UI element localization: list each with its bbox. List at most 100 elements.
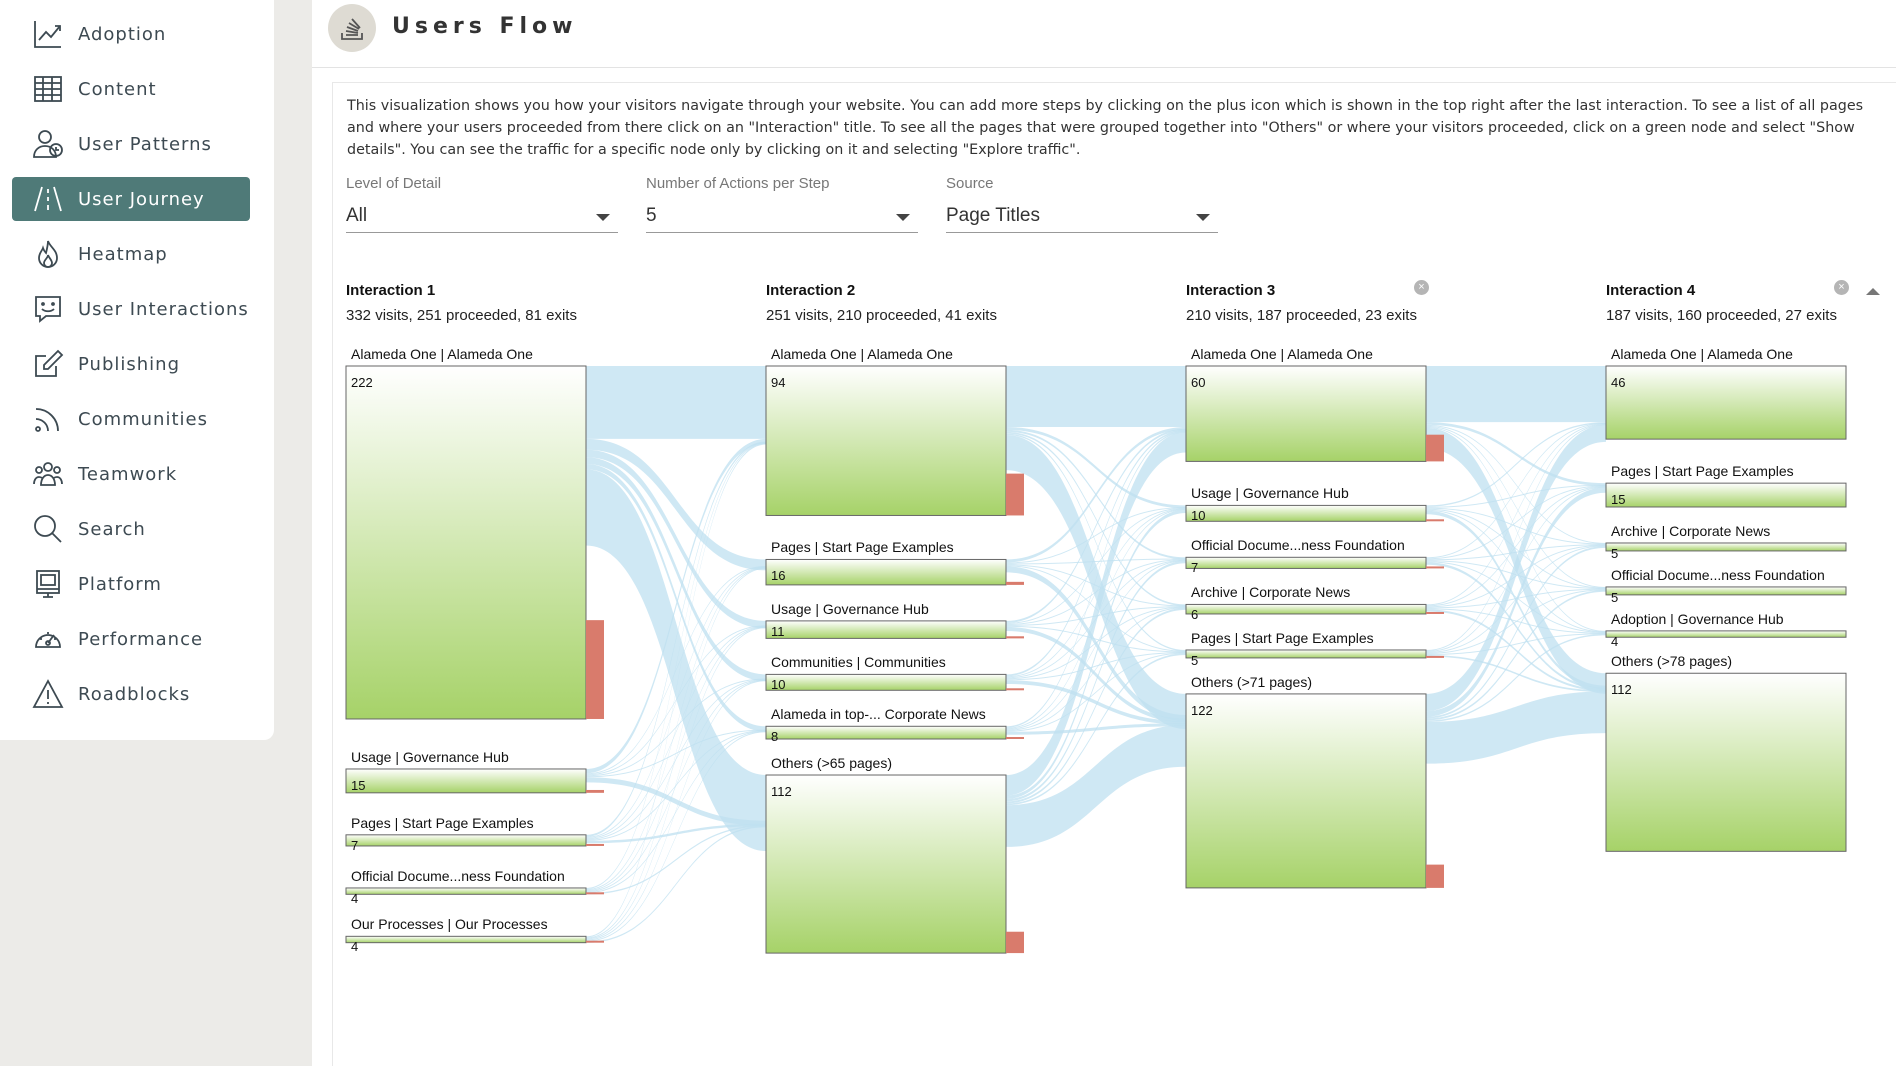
exit-bar[interactable] [586,620,604,719]
exit-bar[interactable] [1006,581,1024,585]
level-of-detail-dropdown[interactable]: Level of Detail All [346,175,618,233]
exit-bar[interactable] [1426,611,1444,614]
exit-bar[interactable] [1006,688,1024,691]
node-value: 5 [1611,589,1619,605]
exit-bar[interactable] [1006,737,1024,740]
dropdown-value: All [346,205,368,226]
exit-bar[interactable] [586,940,604,943]
node-label: Pages | Start Page Examples [1611,463,1794,480]
flow-link[interactable] [1426,424,1606,651]
flow-link[interactable] [1006,508,1186,678]
flow-node[interactable] [1605,542,1847,552]
sidebar-item-communities[interactable]: Communities [12,397,250,441]
flow-node[interactable] [345,834,587,847]
flow-link[interactable] [1426,485,1606,607]
flow-node[interactable] [765,365,1007,516]
sidebar-item-platform[interactable]: Platform [12,562,250,606]
exit-bar[interactable] [1426,864,1444,888]
remove-interaction-icon[interactable]: × [1414,280,1429,295]
node-value: 16 [771,568,786,584]
page-header: Users Flow [312,0,1896,68]
sidebar-item-label: Heatmap [78,243,168,265]
flow-node[interactable] [765,558,1007,586]
flow-node[interactable] [1185,693,1427,889]
node-label: Pages | Start Page Examples [1191,629,1374,646]
interaction-title[interactable]: Interaction 2 [766,282,855,299]
flow-node[interactable] [345,887,587,895]
flow-node[interactable] [1605,482,1847,508]
sidebar-item-search[interactable]: Search [12,507,250,551]
team-people-icon [30,456,66,492]
flow-node[interactable] [345,935,587,944]
flow-node[interactable] [345,768,587,794]
node-label: Communities | Communities [771,654,946,671]
node-value: 112 [771,784,792,799]
interaction-summary: 332 visits, 251 proceeded, 81 exits [346,307,577,324]
flow-node[interactable] [1605,586,1847,596]
source-dropdown[interactable]: Source Page Titles [946,175,1218,233]
exit-bar[interactable] [1006,636,1024,639]
exit-bar[interactable] [586,789,604,793]
exit-bar[interactable] [586,843,604,846]
platform-monitor-icon [30,566,66,602]
sidebar-item-roadblocks[interactable]: Roadblocks [12,672,250,716]
sidebar-item-performance[interactable]: Performance [12,617,250,661]
exit-bar[interactable] [1426,566,1444,569]
node-label: Usage | Governance Hub [1191,485,1349,502]
flow-node[interactable] [1185,603,1427,615]
exit-bar[interactable] [1006,931,1024,954]
flow-node[interactable] [1185,649,1427,659]
exit-bar[interactable] [1426,519,1444,522]
flow-node[interactable] [1605,672,1847,852]
flow-node[interactable] [1185,504,1427,522]
interaction-title[interactable]: Interaction 3 [1186,282,1275,299]
sidebar-item-label: User Journey [78,188,205,210]
exit-bar[interactable] [586,892,604,895]
sidebar-item-label: Performance [78,628,204,650]
stack-logo-icon [328,4,376,52]
exit-bar[interactable] [1006,473,1024,516]
exit-bar[interactable] [1426,655,1444,658]
flow-node[interactable] [765,620,1007,639]
flow-node[interactable] [345,365,587,720]
flow-node[interactable] [1185,365,1427,462]
interaction-title[interactable]: Interaction 1 [346,282,435,299]
flow-node[interactable] [765,774,1007,954]
sidebar-item-teamwork[interactable]: Teamwork [12,452,250,496]
node-label: Others (>78 pages) [1611,653,1733,670]
sidebar-item-user-journey[interactable]: User Journey [12,177,250,221]
flow-link[interactable] [586,469,766,852]
scroll-up-icon[interactable] [1866,288,1880,295]
flow-node[interactable] [1605,630,1847,638]
sidebar-item-label: Adoption [78,23,167,45]
sidebar-item-heatmap[interactable]: Heatmap [12,232,250,276]
interaction-title[interactable]: Interaction 4 [1606,282,1695,299]
flow-node[interactable] [765,673,1007,691]
flow-node[interactable] [1185,556,1427,569]
sidebar-item-content[interactable]: Content [12,67,250,111]
users-flow-chart: Interaction 1 332 visits, 251 proceeded, … [312,280,1896,1066]
flow-node[interactable] [1605,365,1847,440]
flow-link[interactable] [1426,366,1606,423]
sidebar-item-adoption[interactable]: Adoption [12,12,250,56]
node-label: Official Docume...ness Foundation [1611,566,1825,583]
actions-per-step-dropdown[interactable]: Number of Actions per Step 5 [646,175,918,233]
flow-link[interactable] [1006,366,1186,427]
node-label: Official Docume...ness Foundation [351,867,565,884]
sidebar-item-user-interactions[interactable]: User Interactions [12,287,250,331]
sidebar-item-label: User Interactions [78,298,249,320]
user-clock-icon [30,126,66,162]
flow-node[interactable] [765,725,1007,740]
flow-link[interactable] [1426,691,1606,764]
node-value: 46 [1611,375,1626,390]
node-value: 222 [351,375,373,390]
node-value: 10 [771,677,786,693]
dropdown-label: Level of Detail [346,175,442,192]
node-label: Official Docume...ness Foundation [1191,537,1405,554]
remove-interaction-icon[interactable]: × [1834,280,1849,295]
flow-link[interactable] [586,366,766,439]
exit-bar[interactable] [1426,434,1444,462]
sidebar-item-user-patterns[interactable]: User Patterns [12,122,250,166]
node-label: Alameda One | Alameda One [351,346,533,362]
sidebar-item-publishing[interactable]: Publishing [12,342,250,386]
